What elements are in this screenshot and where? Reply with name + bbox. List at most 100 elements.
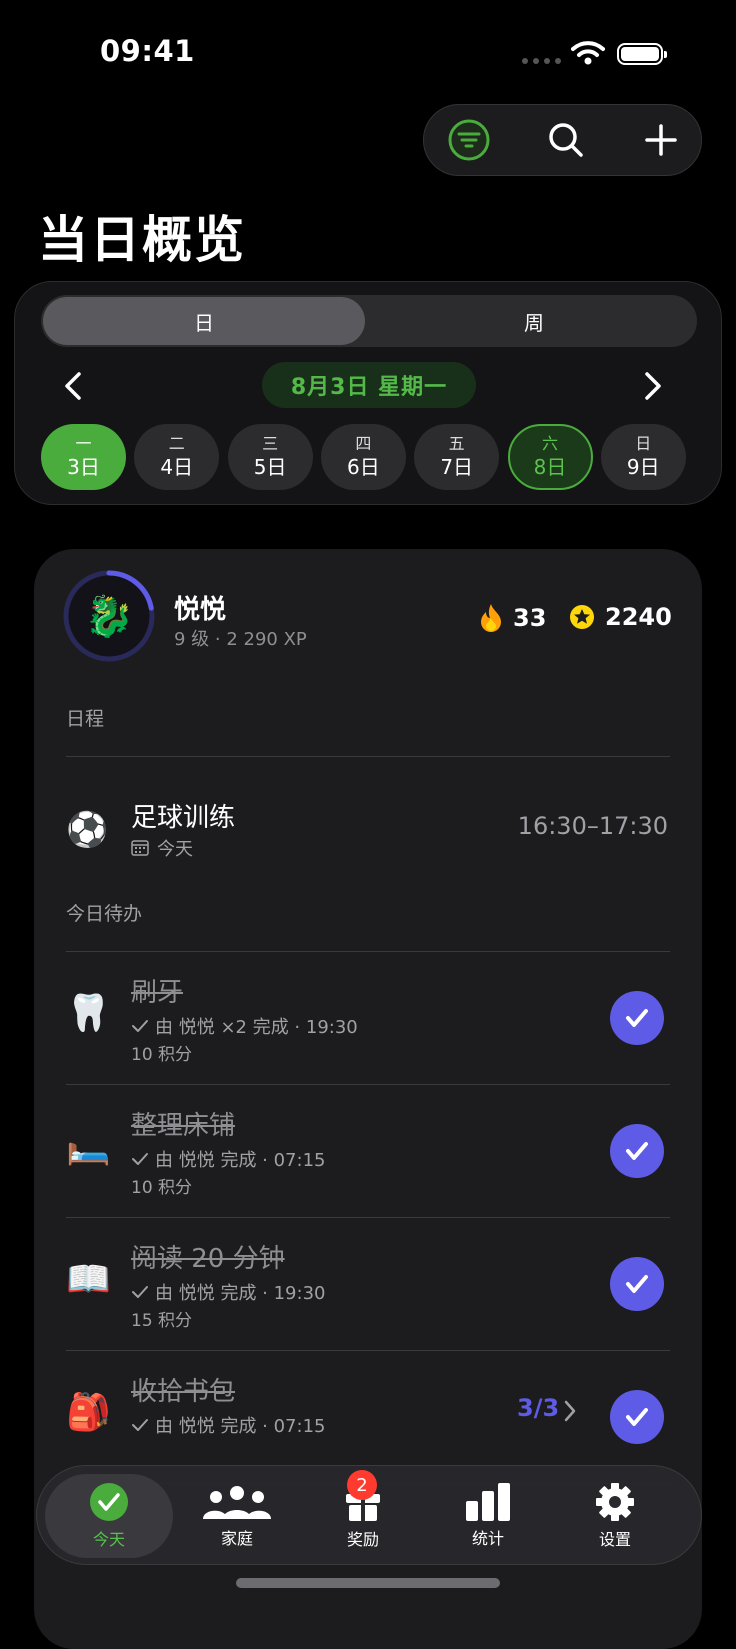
schedule-label: 日程 <box>66 708 105 730</box>
check-circle-icon <box>90 1483 128 1521</box>
small-check-icon <box>132 1153 148 1165</box>
gear-icon <box>596 1483 634 1521</box>
event-date-text: 今天 <box>157 839 193 860</box>
task-points: 10 积分 <box>131 1178 193 1198</box>
tab-settings[interactable]: 设置 <box>551 1474 679 1558</box>
status-time: 09:41 <box>100 34 195 68</box>
task-progress: 3/3 <box>517 1394 560 1422</box>
task-icon: 📖 <box>66 1259 111 1300</box>
tab-family[interactable]: 家庭 <box>173 1474 301 1558</box>
task-complete-checkbox[interactable] <box>610 1124 664 1178</box>
tab-label: 统计 <box>471 1529 504 1548</box>
flame-icon <box>481 604 501 632</box>
home-indicator[interactable] <box>236 1578 500 1588</box>
day-chip-date: 9日 <box>626 455 660 479</box>
plus-icon <box>645 124 677 156</box>
page-title: 当日概览 <box>38 211 246 269</box>
task-points: 10 积分 <box>131 1045 193 1065</box>
prev-day-icon[interactable] <box>57 368 93 404</box>
current-date-label[interactable]: 8月3日 星期一 <box>262 362 476 408</box>
search-button[interactable] <box>538 112 594 168</box>
task-complete-checkbox[interactable] <box>610 1257 664 1311</box>
coin-value: 2240 <box>605 603 672 631</box>
filter-button[interactable] <box>441 112 497 168</box>
day-chip[interactable]: 一 3日 <box>41 424 126 490</box>
task-name: 整理床铺 <box>131 1111 236 1141</box>
chevron-right-icon[interactable] <box>562 1399 578 1423</box>
day-chip[interactable]: 四 6日 <box>320 424 406 490</box>
event-time: 16:30–17:30 <box>517 812 668 840</box>
search-icon <box>549 123 583 157</box>
checkmark-icon <box>626 1408 648 1426</box>
task-detail-text: 由 悦悦 完成 · 07:15 <box>155 1416 326 1437</box>
add-button[interactable] <box>633 112 689 168</box>
checkmark-icon <box>626 1142 648 1160</box>
filter-icon <box>448 119 490 161</box>
small-check-icon <box>132 1020 148 1032</box>
avatar-emoji: 🐉 <box>84 593 134 640</box>
day-chip-weekday: 五 <box>448 434 465 453</box>
task-row[interactable]: 📖 阅读 20 分钟由 悦悦 完成 · 19:30 15 积分 <box>34 1218 702 1351</box>
task-complete-checkbox[interactable] <box>610 991 664 1045</box>
bar-chart-icon <box>466 1483 510 1521</box>
calendar-icon <box>131 840 149 856</box>
day-chip-weekday: 一 <box>75 434 92 453</box>
day-chip[interactable]: 六 8日 <box>507 424 593 490</box>
coin-balance: 2240 <box>569 603 672 631</box>
streak-counter: 33 <box>479 603 546 633</box>
task-icon: 🦷 <box>66 993 111 1034</box>
task-name: 刷牙 <box>131 978 184 1008</box>
day-chip-date: 5日 <box>253 455 287 479</box>
day-chip-date: 6日 <box>347 455 380 479</box>
star-coin-icon <box>570 605 594 629</box>
day-chip[interactable]: 三 5日 <box>227 424 313 490</box>
task-icon: 🛏️ <box>66 1126 111 1167</box>
checkmark-icon <box>626 1009 648 1027</box>
avatar[interactable]: 🐉 <box>62 569 156 663</box>
todo-label: 今日待办 <box>66 903 143 925</box>
divider <box>66 756 670 757</box>
user-name: 悦悦 <box>174 595 227 625</box>
tab-today[interactable]: 今天 <box>45 1474 173 1558</box>
task-name: 收拾书包 <box>131 1377 236 1407</box>
task-complete-checkbox[interactable] <box>610 1390 664 1444</box>
task-detail: 由 悦悦 ×2 完成 · 19:30 <box>131 1013 358 1039</box>
day-chip-weekday: 三 <box>262 434 279 453</box>
day-chip[interactable]: 二 4日 <box>134 424 220 490</box>
cellular-icon <box>522 58 561 64</box>
day-chip-weekday: 二 <box>168 434 185 453</box>
tab-stats[interactable]: 统计 <box>424 1474 552 1558</box>
people-icon <box>203 1486 271 1519</box>
task-detail-text: 由 悦悦 完成 · 07:15 <box>155 1150 326 1171</box>
day-chip-date: 7日 <box>440 455 474 479</box>
tab-label: 家庭 <box>220 1529 253 1548</box>
day-chip[interactable]: 五 7日 <box>414 424 500 490</box>
soccer-ball-icon: ⚽ <box>66 810 109 850</box>
day-chip-weekday: 六 <box>541 434 558 453</box>
next-day-icon[interactable] <box>633 368 669 404</box>
rewards-badge: 2 <box>347 1470 377 1500</box>
user-level: 9 级 · 2 290 XP <box>174 629 307 650</box>
tab-label: 奖励 <box>346 1530 379 1549</box>
checkmark-icon <box>626 1275 648 1293</box>
event-date: 今天 <box>131 835 193 861</box>
task-icon: 🎒 <box>66 1392 111 1433</box>
day-chip-weekday: 日 <box>635 434 652 453</box>
day-chip[interactable]: 日 9日 <box>600 424 686 490</box>
segment-day[interactable]: 日 <box>43 297 365 345</box>
streak-value: 33 <box>513 604 547 632</box>
small-check-icon <box>132 1419 148 1431</box>
task-detail: 由 悦悦 完成 · 07:15 <box>131 1146 325 1172</box>
day-chip-date: 3日 <box>67 455 100 479</box>
calendar-card: 日 周 8月3日 星期一 一 3日 二 4日 三 5日 四 6日 五 7日 六 8日 日 9日 <box>14 281 722 505</box>
tab-label: 今天 <box>92 1530 125 1549</box>
task-row[interactable]: 🦷 刷牙由 悦悦 ×2 完成 · 19:30 10 积分 <box>34 952 702 1085</box>
tab-label: 设置 <box>598 1530 631 1549</box>
task-detail-text: 由 悦悦 完成 · 19:30 <box>155 1283 326 1304</box>
task-row[interactable]: 🛏️ 整理床铺由 悦悦 完成 · 07:15 10 积分 <box>34 1085 702 1218</box>
wifi-icon <box>571 41 605 65</box>
day-chip-weekday: 四 <box>355 434 372 453</box>
task-points: 15 积分 <box>131 1311 193 1331</box>
segment-week[interactable]: 周 <box>371 295 697 347</box>
task-name: 阅读 20 分钟 <box>131 1244 285 1274</box>
